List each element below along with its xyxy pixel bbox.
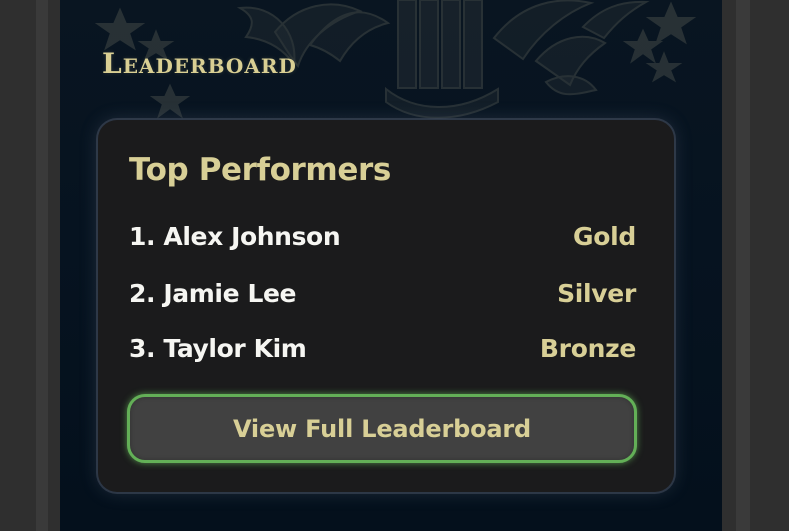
- medal-label: Silver: [557, 279, 636, 308]
- top-performers-card: Top Performers 1. Alex Johnson Gold 2. J…: [98, 120, 674, 492]
- leaderboard-row: 2. Jamie Lee Silver: [129, 279, 636, 313]
- medal-label: Gold: [573, 222, 636, 251]
- app-frame: Leaderboard Top Performers 1. Alex Johns…: [0, 0, 789, 531]
- view-full-leaderboard-button[interactable]: View Full Leaderboard: [127, 394, 637, 463]
- right-frame-strip: [736, 0, 750, 531]
- leaderboard-row: 3. Taylor Kim Bronze: [129, 334, 636, 368]
- performer-name: 3. Taylor Kim: [129, 334, 307, 363]
- card-title: Top Performers: [129, 152, 391, 188]
- leaderboard-panel: Leaderboard Top Performers 1. Alex Johns…: [60, 0, 722, 531]
- medal-label: Bronze: [539, 334, 636, 363]
- leaderboard-row: 1. Alex Johnson Gold: [129, 222, 636, 256]
- section-title: Leaderboard: [102, 47, 297, 80]
- performer-name: 1. Alex Johnson: [129, 222, 341, 251]
- left-frame-strip: [36, 0, 48, 531]
- performer-name: 2. Jamie Lee: [129, 279, 297, 308]
